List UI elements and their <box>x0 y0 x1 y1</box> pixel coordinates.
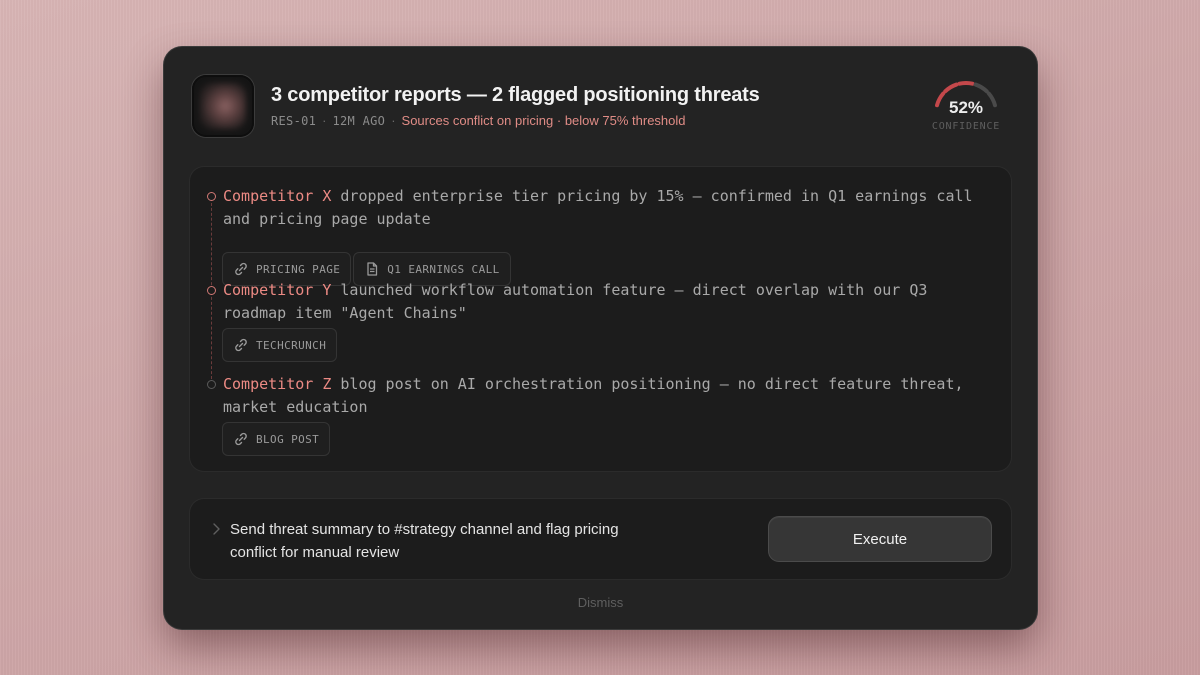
chevron-right-icon[interactable] <box>211 522 221 541</box>
report-title: 3 competitor reports — 2 flagged positio… <box>271 84 760 106</box>
company-name: Competitor X <box>223 187 332 205</box>
document-icon <box>364 261 380 277</box>
report-meta: RES-01 · 12M AGO · Sources conflict on prici… <box>271 113 686 128</box>
link-icon <box>233 431 249 447</box>
source-label: PRICING PAGE <box>256 262 341 276</box>
timeline-dot <box>207 192 216 201</box>
timeline-dot <box>207 286 216 295</box>
source-chip-blog-post[interactable]: BLOG POST <box>223 423 330 455</box>
finding-text: Competitor X dropped enterprise tier pri… <box>223 185 993 231</box>
confidence-gauge: 52% CONFIDENCE <box>926 77 1006 137</box>
source-chips: BLOG POST <box>223 423 330 455</box>
gauge-segment-empty <box>973 82 989 94</box>
source-label: Q1 EARNINGS CALL <box>387 262 500 276</box>
research-report-card: 3 competitor reports — 2 flagged positio… <box>164 47 1037 629</box>
confidence-label: CONFIDENCE <box>931 121 1001 132</box>
card-header: 3 competitor reports — 2 flagged positio… <box>164 47 1037 167</box>
gauge-segment-filled <box>957 81 975 86</box>
meta-separator: · <box>391 113 396 128</box>
finding-text: Competitor Y launched workflow automatio… <box>223 279 993 325</box>
time-ago: 12M AGO <box>332 114 386 128</box>
agent-id: RES-01 <box>271 114 317 128</box>
gauge-segment-filled <box>943 82 959 94</box>
findings-panel: Competitor X dropped enterprise tier pri… <box>190 167 1011 471</box>
timeline-dot <box>207 380 216 389</box>
link-icon <box>233 261 249 277</box>
conflict-warning: Sources conflict on pricing · below 75% … <box>401 113 686 128</box>
company-name: Competitor Z <box>223 375 332 393</box>
meta-separator: · <box>322 113 327 128</box>
source-chips: TECHCRUNCH <box>223 329 337 361</box>
source-label: BLOG POST <box>256 432 320 446</box>
source-label: TECHCRUNCH <box>256 338 327 352</box>
company-name: Competitor Y <box>223 281 332 299</box>
confidence-value: 52% <box>948 98 984 117</box>
finding-description: blog post on AI orchestration positionin… <box>223 375 964 416</box>
finding-text: Competitor Z blog post on AI orchestrati… <box>223 373 993 419</box>
source-chip-techcrunch[interactable]: TECHCRUNCH <box>223 329 337 361</box>
agent-avatar <box>192 75 254 137</box>
suggested-action-panel: Send threat summary to #strategy channel… <box>190 499 1011 579</box>
action-description: Send threat summary to #strategy channel… <box>230 521 619 561</box>
finding-description: dropped enterprise tier pricing by 15% —… <box>223 187 973 228</box>
dismiss-button[interactable]: Dismiss <box>164 595 1037 610</box>
execute-button[interactable]: Execute <box>769 517 991 561</box>
link-icon <box>233 337 249 353</box>
